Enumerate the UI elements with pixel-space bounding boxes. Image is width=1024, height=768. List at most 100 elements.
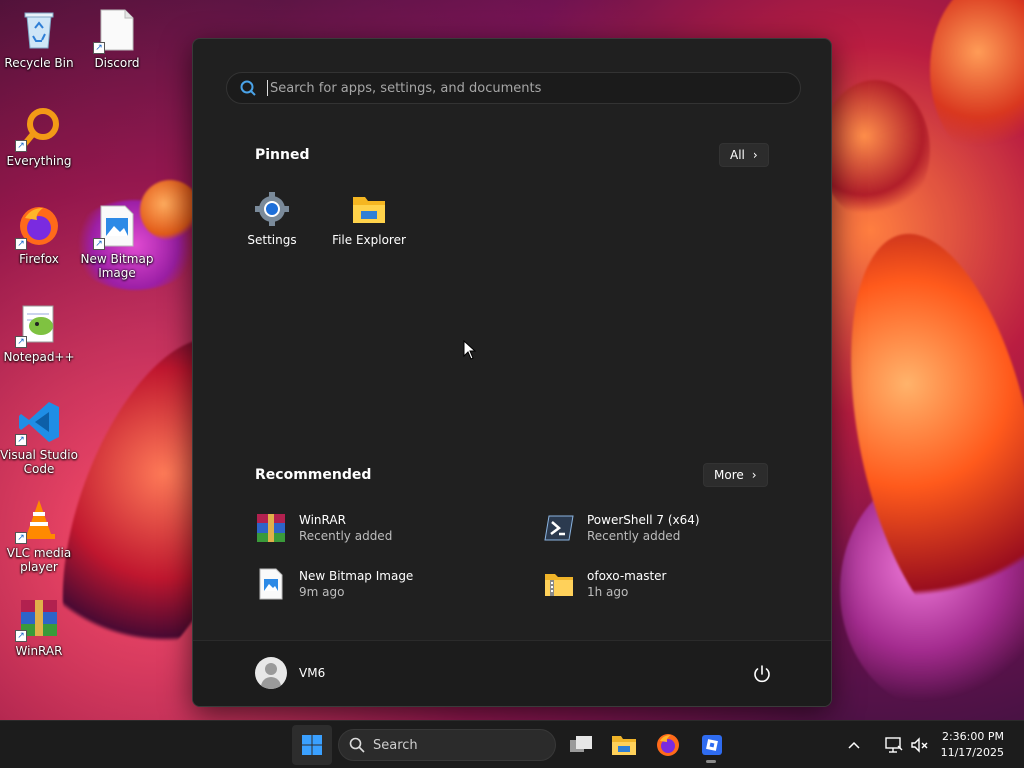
- recommended-item-winrar[interactable]: WinRAR Recently added: [255, 508, 515, 548]
- volume-muted-icon: [911, 737, 928, 753]
- firefox-icon: ↗: [15, 204, 61, 250]
- start-menu: Pinned All › Settings: [192, 38, 832, 707]
- desktop-icon-label: Firefox: [19, 252, 59, 266]
- shortcut-arrow-icon: ↗: [15, 630, 27, 642]
- pinned-app-settings[interactable]: Settings: [227, 191, 317, 247]
- search-icon: [240, 80, 256, 96]
- desktop-icon-new-bitmap-image[interactable]: ↗ New Bitmap Image: [78, 204, 156, 280]
- avatar: [255, 657, 287, 689]
- recommended-item-name: PowerShell 7 (x64): [587, 513, 700, 527]
- pinned-app-file-explorer[interactable]: File Explorer: [324, 191, 414, 247]
- network-icon: [885, 737, 903, 753]
- pinned-title: Pinned: [255, 147, 310, 163]
- chevron-right-icon: ›: [751, 468, 757, 482]
- desktop-icon-everything[interactable]: ↗ Everything: [0, 106, 78, 168]
- power-icon[interactable]: [751, 663, 773, 685]
- recommended-item-name: WinRAR: [299, 513, 346, 527]
- recommended-item-subtitle: Recently added: [587, 529, 681, 543]
- desktop-icon-label: WinRAR: [15, 644, 63, 658]
- winrar-icon: [255, 512, 287, 544]
- task-view-button[interactable]: [561, 725, 601, 765]
- desktop-icon-label: Recycle Bin: [4, 56, 74, 70]
- desktop-icon-label: VLC media player: [6, 546, 72, 574]
- chevron-right-icon: ›: [752, 148, 758, 162]
- recommended-item-new-bitmap-image[interactable]: New Bitmap Image 9m ago: [255, 564, 515, 604]
- desktop-icon-discord[interactable]: ↗ Discord: [78, 8, 156, 70]
- taskbar: Search 2:36:00 PM 11/17/2025: [0, 720, 1024, 768]
- clock-time: 2:36:00 PM: [941, 730, 1004, 743]
- vlc-icon: ↗: [15, 498, 61, 544]
- recommended-item-subtitle: 9m ago: [299, 585, 345, 599]
- more-label: More: [714, 468, 744, 482]
- windows-logo-icon: [302, 735, 322, 755]
- desktop-icon-notepad-plus-plus[interactable]: ↗ Notepad++: [0, 302, 78, 364]
- firefox-icon: [657, 734, 679, 756]
- user-account-button[interactable]: VM6: [255, 657, 325, 689]
- recommended-item-powershell[interactable]: PowerShell 7 (x64) Recently added: [543, 508, 803, 548]
- start-button[interactable]: [292, 725, 332, 765]
- roblox-icon: [702, 735, 722, 755]
- volume-button[interactable]: [908, 725, 932, 765]
- start-search-input[interactable]: [267, 80, 800, 96]
- file-shortcut-icon: ↗: [93, 8, 139, 54]
- vscode-icon: ↗: [15, 400, 61, 446]
- show-hidden-icons-button[interactable]: [842, 725, 866, 765]
- shortcut-arrow-icon: ↗: [15, 434, 27, 446]
- powershell-icon: [543, 512, 575, 544]
- clock[interactable]: 2:36:00 PM 11/17/2025: [941, 729, 1004, 761]
- start-search-box[interactable]: [226, 72, 801, 104]
- taskbar-file-explorer-button[interactable]: [604, 725, 644, 765]
- more-button[interactable]: More ›: [703, 463, 768, 487]
- recommended-title: Recommended: [255, 467, 372, 483]
- recommended-item-name: ofoxo-master: [587, 569, 667, 583]
- recommended-item-name: New Bitmap Image: [299, 569, 414, 583]
- network-button[interactable]: [882, 725, 906, 765]
- wallpaper-blob: [930, 0, 1024, 160]
- taskbar-roblox-button[interactable]: [692, 725, 732, 765]
- all-apps-button[interactable]: All ›: [719, 143, 769, 167]
- search-icon: [349, 737, 365, 753]
- wallpaper-blob: [820, 80, 930, 220]
- shortcut-arrow-icon: ↗: [93, 238, 105, 250]
- desktop-icon-winrar[interactable]: ↗ WinRAR: [0, 596, 78, 658]
- clock-date: 11/17/2025: [940, 746, 1004, 759]
- everything-icon: ↗: [15, 106, 61, 152]
- file-explorer-icon: [612, 736, 636, 755]
- folder-icon: [351, 191, 387, 227]
- desktop-icon-vscode[interactable]: ↗ Visual Studio Code: [0, 400, 78, 476]
- bitmap-image-icon: ↗: [93, 204, 139, 250]
- start-footer: VM6: [193, 640, 831, 706]
- desktop-icon-vlc[interactable]: ↗ VLC media player: [0, 498, 78, 574]
- winrar-icon: ↗: [15, 596, 61, 642]
- zip-folder-icon: [543, 568, 575, 600]
- settings-gear-icon: [254, 191, 290, 227]
- running-indicator: [706, 760, 716, 763]
- taskbar-firefox-button[interactable]: [648, 725, 688, 765]
- desktop-icon-label: Everything: [6, 154, 72, 168]
- task-view-icon: [570, 736, 592, 752]
- chevron-up-icon: [848, 741, 860, 749]
- notepad-plus-plus-icon: ↗: [15, 302, 61, 348]
- shortcut-arrow-icon: ↗: [15, 336, 27, 348]
- recommended-item-subtitle: 1h ago: [587, 585, 629, 599]
- mouse-cursor-icon: [463, 340, 477, 360]
- desktop-icon-label: Visual Studio Code: [0, 448, 78, 476]
- shortcut-arrow-icon: ↗: [93, 42, 105, 54]
- taskbar-search-label: Search: [373, 737, 418, 753]
- pinned-app-label: File Explorer: [332, 233, 406, 247]
- desktop-icon-label: Notepad++: [3, 350, 75, 364]
- desktop-icon-label: New Bitmap Image: [80, 252, 154, 280]
- pinned-app-label: Settings: [247, 233, 297, 247]
- bitmap-image-icon: [255, 568, 287, 600]
- recommended-item-subtitle: Recently added: [299, 529, 393, 543]
- taskbar-search[interactable]: Search: [338, 729, 556, 761]
- desktop-icon-label: Discord: [94, 56, 140, 70]
- all-apps-label: All: [730, 148, 745, 162]
- shortcut-arrow-icon: ↗: [15, 140, 27, 152]
- user-name: VM6: [299, 666, 326, 680]
- desktop-icon-firefox[interactable]: ↗ Firefox: [0, 204, 78, 266]
- shortcut-arrow-icon: ↗: [15, 238, 27, 250]
- desktop-icon-recycle-bin[interactable]: Recycle Bin: [0, 8, 78, 70]
- recommended-item-ofoxo-master[interactable]: ofoxo-master 1h ago: [543, 564, 803, 604]
- recycle-bin-icon: [17, 8, 61, 52]
